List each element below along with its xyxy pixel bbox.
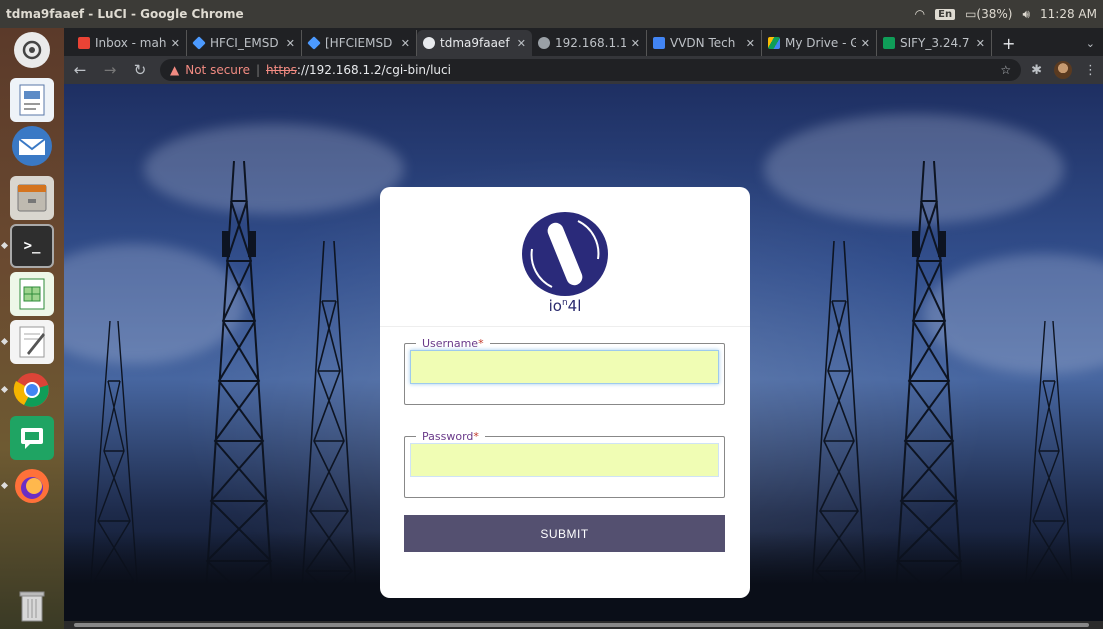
- horizontal-scrollbar[interactable]: [64, 621, 1103, 629]
- password-label-text: Password: [422, 430, 474, 443]
- tab-label: VVDN Tech: [670, 36, 736, 50]
- close-tab-icon[interactable]: ✕: [746, 37, 755, 50]
- close-tab-icon[interactable]: ✕: [631, 37, 640, 50]
- tab-label: [HFCIEMSD: [325, 36, 393, 50]
- close-tab-icon[interactable]: ✕: [401, 37, 410, 50]
- login-card: ion4l Username* Password* SUBMIT: [380, 187, 750, 598]
- password-label: Password*: [416, 430, 485, 443]
- window-title: tdma9faaef - LuCI - Google Chrome: [6, 7, 244, 21]
- jira-icon: [307, 36, 321, 50]
- address-bar[interactable]: ▲ Not secure | https://192.168.1.2/cgi-b…: [160, 59, 1022, 81]
- username-label: Username*: [416, 337, 490, 350]
- reload-button[interactable]: ↻: [130, 61, 150, 79]
- password-input[interactable]: [410, 443, 719, 477]
- tab-label: Inbox - mah: [95, 36, 166, 50]
- volume-icon[interactable]: 🔊︎: [1022, 7, 1030, 22]
- tab-label: tdma9faaef: [440, 36, 510, 50]
- forward-button[interactable]: →: [100, 61, 120, 79]
- google-chat-icon[interactable]: [10, 416, 54, 460]
- username-label-text: Username: [422, 337, 479, 350]
- url-scheme: https: [266, 63, 297, 77]
- warning-icon[interactable]: ▲: [170, 63, 179, 77]
- new-tab-button[interactable]: +: [992, 30, 1025, 56]
- ubuntu-launcher: >_: [0, 28, 64, 629]
- password-fieldset: Password*: [404, 430, 725, 498]
- kebab-menu-icon[interactable]: ⋮: [1084, 63, 1097, 78]
- clock[interactable]: 11:28 AM: [1040, 7, 1097, 21]
- username-fieldset: Username*: [404, 337, 725, 405]
- files-icon[interactable]: [10, 176, 54, 220]
- browser-tab-strip: Inbox - mah ✕ HFCI_EMSD ✕ [HFCIEMSD ✕ td…: [64, 28, 1103, 56]
- trash-icon[interactable]: [10, 584, 54, 628]
- chrome-icon[interactable]: [10, 368, 54, 412]
- calendar-icon: [653, 37, 665, 49]
- url-text: ://192.168.1.2/cgi-bin/luci: [296, 63, 451, 77]
- close-tab-icon[interactable]: ✕: [861, 37, 870, 50]
- security-status[interactable]: Not secure: [185, 63, 250, 77]
- text-editor-icon[interactable]: [10, 320, 54, 364]
- close-tab-icon[interactable]: ✕: [976, 37, 985, 50]
- tab-sify[interactable]: SIFY_3.24.7 ✕: [877, 30, 992, 56]
- tab-label: SIFY_3.24.7: [900, 36, 970, 50]
- battery-level: (38%): [976, 7, 1013, 21]
- logo-header: ion4l: [380, 187, 750, 327]
- username-input[interactable]: [410, 350, 719, 384]
- firefox-icon[interactable]: [10, 464, 54, 508]
- firefox-running-indicator: [0, 481, 9, 490]
- close-tab-icon[interactable]: ✕: [171, 37, 180, 50]
- drive-icon: [768, 37, 780, 49]
- thunderbird-icon[interactable]: [12, 126, 52, 166]
- close-tab-icon[interactable]: ✕: [517, 37, 526, 50]
- url-separator: |: [255, 63, 261, 77]
- battery-icon: ▭: [965, 7, 977, 21]
- keyboard-language[interactable]: En: [935, 8, 956, 20]
- text-editor-running-indicator: [0, 337, 9, 346]
- required-mark: *: [473, 430, 479, 443]
- tab-label: HFCI_EMSD: [210, 36, 279, 50]
- gmail-icon: [78, 37, 90, 49]
- sheets-icon: [883, 37, 895, 49]
- tab-192-168-1-1[interactable]: 192.168.1.1 ✕: [532, 30, 647, 56]
- back-button[interactable]: ←: [70, 61, 90, 79]
- tab-my-drive[interactable]: My Drive - G ✕: [762, 30, 877, 56]
- profile-avatar[interactable]: [1054, 61, 1072, 79]
- libreoffice-calc-icon[interactable]: [10, 272, 54, 316]
- document-viewer-icon[interactable]: [10, 78, 54, 122]
- browser-toolbar: ← → ↻ ▲ Not secure | https://192.168.1.2…: [64, 56, 1103, 84]
- battery-indicator[interactable]: ▭(38%): [965, 7, 1012, 21]
- brand-name: ion4l: [548, 297, 582, 315]
- jira-icon: [192, 36, 206, 50]
- system-top-bar: tdma9faaef - LuCI - Google Chrome ◠ En ▭…: [0, 0, 1103, 28]
- required-mark: *: [478, 337, 484, 350]
- system-tray: ◠ En ▭(38%) 🔊︎ 11:28 AM: [915, 7, 1097, 22]
- terminal-icon[interactable]: >_: [10, 224, 54, 268]
- tab-hfci-emsd[interactable]: HFCI_EMSD ✕: [187, 30, 302, 56]
- terminal-running-indicator: [0, 241, 9, 250]
- scrollbar-thumb[interactable]: [74, 623, 1089, 627]
- ionl-logo-icon: [522, 212, 608, 296]
- tab-inbox[interactable]: Inbox - mah ✕: [72, 30, 187, 56]
- close-tab-icon[interactable]: ✕: [286, 37, 295, 50]
- tab-hfciemsd-issue[interactable]: [HFCIEMSD ✕: [302, 30, 417, 56]
- wifi-icon[interactable]: ◠: [915, 7, 925, 21]
- tab-vvdn-tech[interactable]: VVDN Tech ✕: [647, 30, 762, 56]
- submit-button[interactable]: SUBMIT: [404, 515, 725, 552]
- tab-label: My Drive - G: [785, 36, 856, 50]
- bookmark-star-icon[interactable]: ☆: [1000, 63, 1011, 77]
- tab-luci-active[interactable]: tdma9faaef ✕: [417, 30, 532, 56]
- tab-search-chevron-icon[interactable]: ⌄: [1078, 30, 1103, 56]
- tab-label: 192.168.1.1: [555, 36, 626, 50]
- dash-home-icon[interactable]: [14, 32, 50, 68]
- globe-icon: [538, 37, 550, 49]
- chrome-running-indicator: [0, 385, 9, 394]
- luci-login-page: ion4l Username* Password* SUBMIT: [64, 84, 1103, 621]
- globe-icon: [423, 37, 435, 49]
- extensions-puzzle-icon[interactable]: ✱: [1031, 63, 1042, 78]
